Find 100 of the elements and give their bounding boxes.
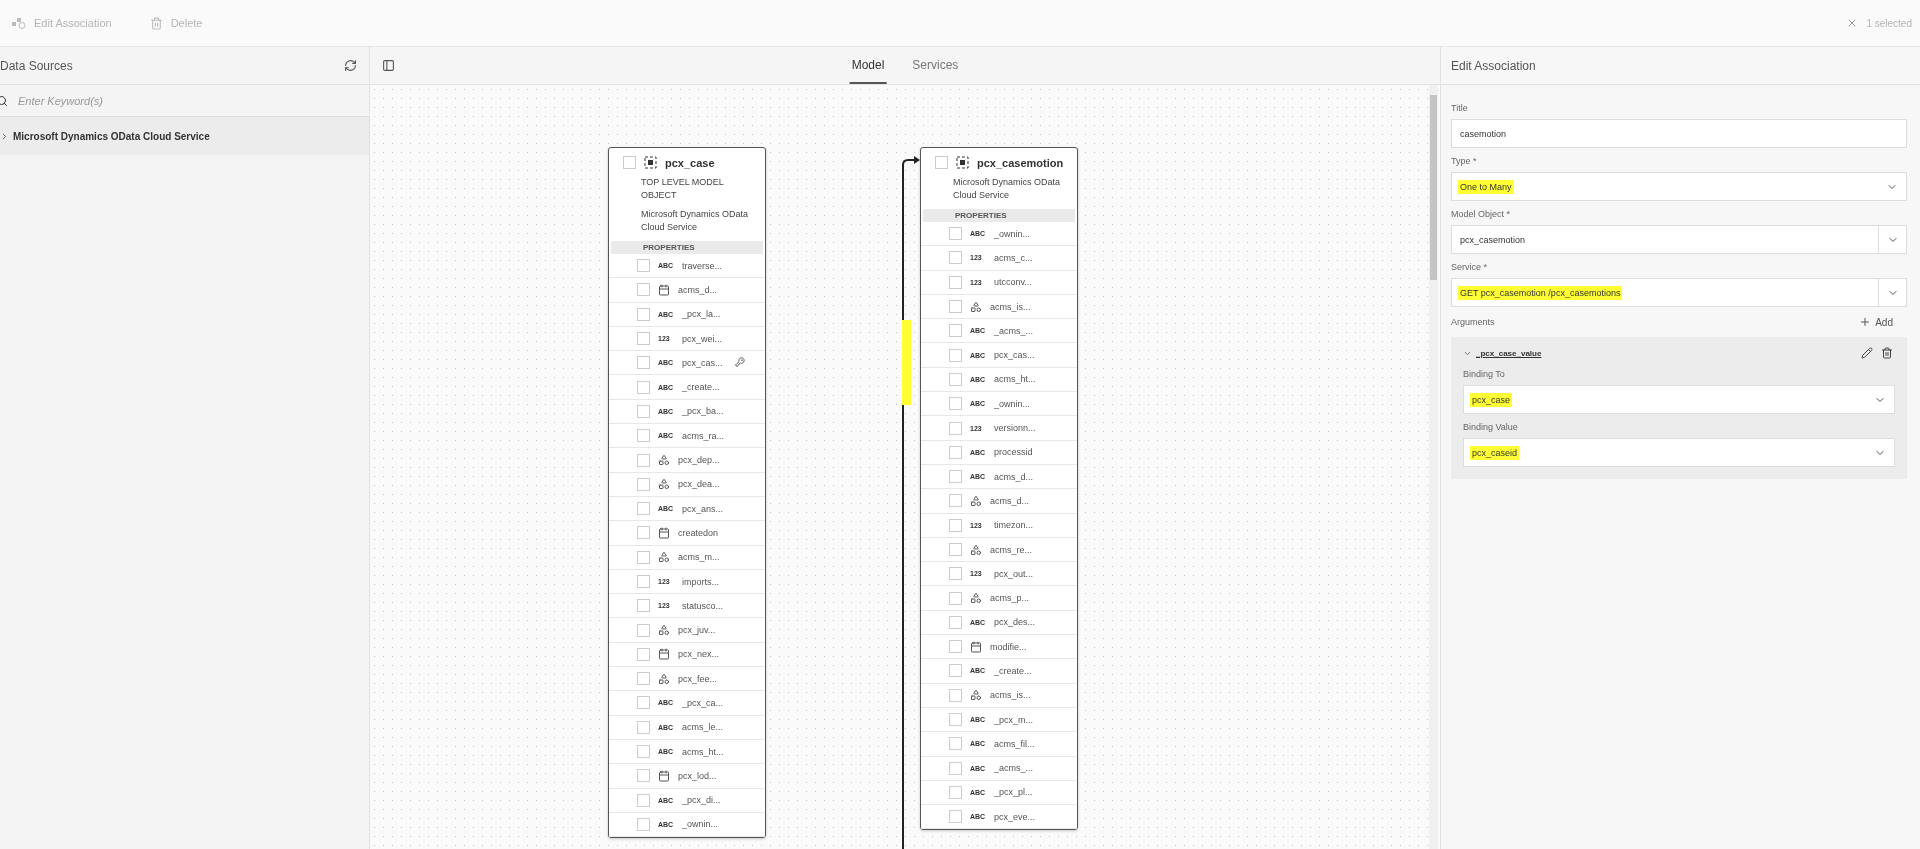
property-name: acms_d... <box>990 495 1029 506</box>
checkbox[interactable] <box>949 543 962 556</box>
checkbox[interactable] <box>949 251 962 265</box>
property-name: pcx_lod... <box>678 770 717 781</box>
checkbox[interactable] <box>949 470 962 484</box>
property-name: acms_le... <box>682 722 723 733</box>
field-label: Binding Value <box>1463 422 1519 432</box>
property-name: pcx_nex... <box>678 649 720 660</box>
checkbox[interactable] <box>637 769 650 783</box>
dropdown-field[interactable]: pcx_caseid <box>1463 438 1895 467</box>
property-name: versionn... <box>994 423 1036 433</box>
dropdown-field[interactable]: GET pcx_casemotion /pcx_casemotions <box>1451 278 1907 307</box>
checkbox[interactable] <box>949 275 962 289</box>
search-icon <box>0 94 8 107</box>
checkbox[interactable] <box>949 567 962 581</box>
checkbox[interactable] <box>637 429 650 443</box>
checkbox[interactable] <box>949 737 962 751</box>
pencil-icon <box>1861 347 1873 359</box>
checkbox[interactable] <box>637 696 650 710</box>
checkbox[interactable] <box>949 397 962 411</box>
checkbox[interactable] <box>637 817 650 831</box>
section-label: Arguments <box>1451 317 1495 327</box>
refresh-icon[interactable] <box>344 59 357 72</box>
field-label: Model Object * <box>1451 209 1512 219</box>
add-button[interactable]: Add <box>1853 315 1899 329</box>
checkbox[interactable] <box>949 640 962 654</box>
checkbox[interactable] <box>637 793 650 807</box>
checkbox[interactable] <box>637 502 650 516</box>
dropdown-field[interactable]: pcx_case <box>1463 385 1895 414</box>
input-field[interactable]: casemotion <box>1451 119 1907 148</box>
checkbox[interactable] <box>949 688 962 702</box>
checkbox[interactable] <box>637 307 650 321</box>
field-value: pcx_case <box>1470 392 1513 407</box>
calendar-icon <box>658 526 670 539</box>
checkbox[interactable] <box>949 713 962 727</box>
property-name: pcx_ans... <box>682 503 724 514</box>
field-value: One to Many <box>1458 179 1514 194</box>
checkbox[interactable] <box>949 421 962 435</box>
checkbox[interactable] <box>637 380 650 394</box>
property-name: pcx_dea... <box>678 479 720 490</box>
tree-item[interactable]: Microsoft Dynamics OData Cloud Service <box>0 117 369 155</box>
checkbox[interactable] <box>949 664 962 678</box>
property-name: acms_ht... <box>682 746 724 757</box>
property-name: _create... <box>682 382 720 393</box>
tree-label: Microsoft Dynamics OData Cloud Service <box>13 130 210 142</box>
checkbox[interactable] <box>637 623 650 637</box>
checkbox[interactable] <box>949 494 962 508</box>
checkbox[interactable] <box>637 283 650 297</box>
property-name: pcx_wei... <box>682 333 723 344</box>
checkbox[interactable] <box>949 372 962 386</box>
checkbox[interactable] <box>949 761 962 775</box>
field-label: Binding To <box>1463 369 1506 379</box>
section-header: PROPERTIES <box>923 209 1075 222</box>
entity-icon <box>644 156 657 169</box>
checkbox[interactable] <box>637 404 650 418</box>
property-name: pcx_juv... <box>678 625 716 636</box>
calendar-icon <box>658 648 670 661</box>
checkbox[interactable] <box>949 445 962 459</box>
checkbox[interactable] <box>623 156 636 169</box>
panel-toggle-icon[interactable] <box>382 59 395 72</box>
checkbox[interactable] <box>637 550 650 564</box>
delete-button[interactable] <box>1879 345 1895 361</box>
checkbox[interactable] <box>949 785 962 799</box>
checkbox[interactable] <box>637 599 650 613</box>
checkbox[interactable] <box>637 672 650 686</box>
edit-button[interactable] <box>1859 345 1875 361</box>
field-value: casemotion <box>1459 127 1508 141</box>
dropdown-field[interactable]: One to Many <box>1451 172 1907 201</box>
trash-icon <box>1881 347 1893 359</box>
checkbox[interactable] <box>637 575 650 588</box>
property-name: _pcx_ba... <box>682 406 724 417</box>
checkbox[interactable] <box>949 591 962 605</box>
field-value: pcx_caseid <box>1470 445 1520 460</box>
argument-name[interactable]: _pcx_case_value <box>1476 348 1542 358</box>
checkbox[interactable] <box>949 348 962 362</box>
checkbox[interactable] <box>637 720 650 734</box>
checkbox[interactable] <box>637 356 650 370</box>
property-name: acms_is... <box>990 301 1031 312</box>
checkbox[interactable] <box>637 332 650 346</box>
calendar-icon <box>658 769 670 782</box>
search-field[interactable]: Enter Keyword(s) <box>16 93 369 108</box>
checkbox[interactable] <box>949 300 962 314</box>
checkbox[interactable] <box>949 615 962 629</box>
checkbox[interactable] <box>637 453 650 467</box>
tab[interactable]: Services <box>910 47 961 84</box>
checkbox[interactable] <box>637 259 650 273</box>
property-name: pcx_des... <box>994 617 1036 628</box>
checkbox[interactable] <box>637 745 650 759</box>
checkbox[interactable] <box>637 647 650 661</box>
checkbox[interactable] <box>949 518 962 532</box>
checkbox[interactable] <box>949 810 962 824</box>
checkbox[interactable] <box>637 477 650 491</box>
dropdown-field[interactable]: pcx_casemotion <box>1451 225 1907 254</box>
checkbox[interactable] <box>949 227 962 241</box>
checkbox[interactable] <box>935 156 948 169</box>
property-name: acms_d... <box>678 284 717 295</box>
checkbox[interactable] <box>637 526 650 540</box>
checkbox[interactable] <box>949 324 962 338</box>
selection-count: 1 selected <box>1866 17 1912 29</box>
association-icon <box>12 17 26 29</box>
